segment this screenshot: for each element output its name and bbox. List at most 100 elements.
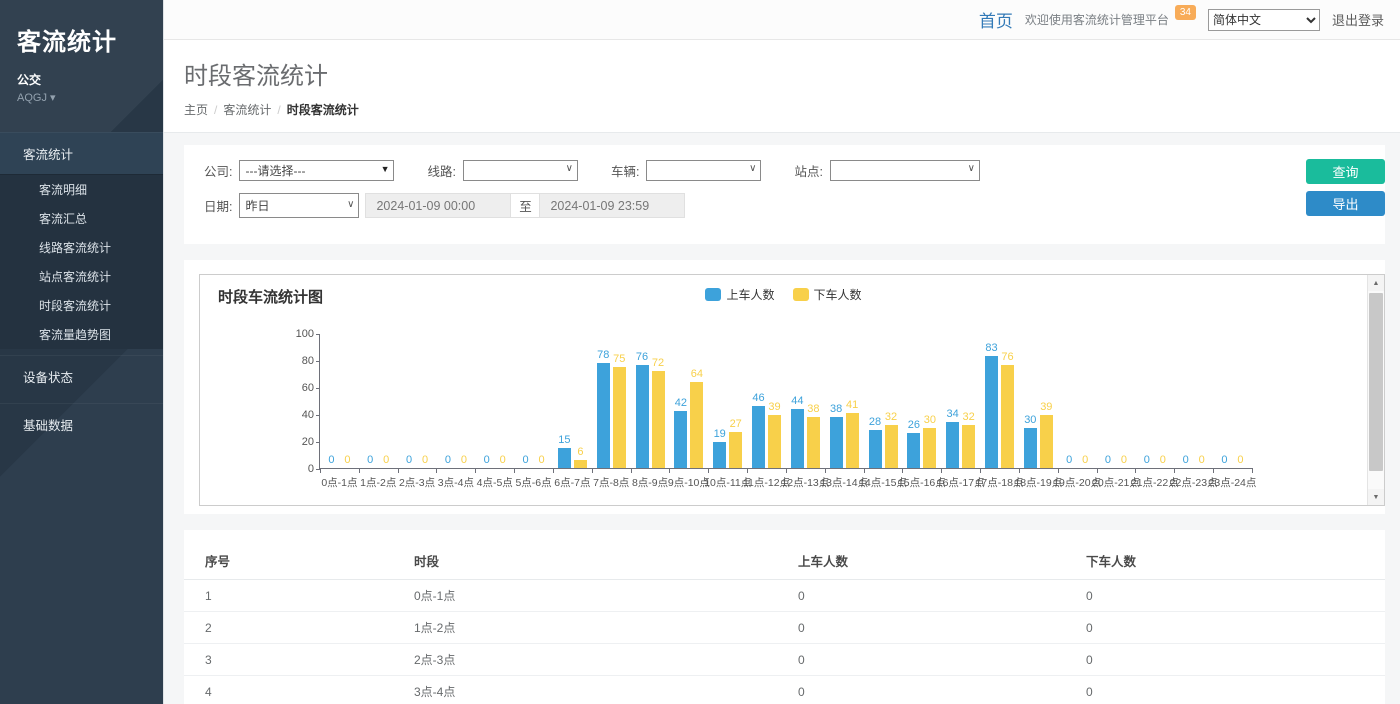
bar-group: 46 xyxy=(752,406,765,468)
bar-value-label: 0 xyxy=(1183,454,1189,466)
line-label: 线路: xyxy=(427,161,455,180)
bar-value-label: 0 xyxy=(383,454,389,466)
x-axis-label: 8点-9点 xyxy=(632,475,668,490)
notification-badge[interactable]: 34 xyxy=(1175,5,1196,20)
bar-value-label: 0 xyxy=(445,454,451,466)
chart-scrollbar[interactable]: ▲ ▼ xyxy=(1367,275,1384,505)
bar xyxy=(713,442,726,468)
station-select[interactable] xyxy=(830,160,980,181)
chart-category: 443812点-13点 xyxy=(786,334,825,468)
breadcrumb-item[interactable]: 主页 xyxy=(184,103,208,117)
bar xyxy=(885,425,898,468)
stats-table: 序号时段上车人数下车人数 10点-1点0021点-2点0032点-3点0043点… xyxy=(184,542,1385,704)
date-preset-select[interactable]: 昨日 xyxy=(239,193,359,218)
chart-category: 0020点-21点 xyxy=(1097,334,1136,468)
bar-value-label: 28 xyxy=(869,416,881,428)
table-panel: 序号时段上车人数下车人数 10点-1点0021点-2点0032点-3点0043点… xyxy=(184,530,1385,704)
bar-value-label: 19 xyxy=(714,428,726,440)
bar-value-label: 0 xyxy=(1199,454,1205,466)
app-window: 客流统计 公交 AQGJ ▾ 客流统计客流明细客流汇总线路客流统计站点客流统计时… xyxy=(0,0,1400,704)
bar-group: 32 xyxy=(962,425,975,468)
company-select[interactable]: ---请选择--- xyxy=(239,160,394,181)
user-dropdown[interactable]: AQGJ ▾ xyxy=(17,91,146,104)
bar-value-label: 75 xyxy=(613,353,625,365)
chart-category: 0023点-24点 xyxy=(1213,334,1252,468)
scrollbar-thumb[interactable] xyxy=(1369,293,1383,471)
chart-categories: 000点-1点001点-2点002点-3点003点-4点004点-5点005点-… xyxy=(320,334,1252,468)
bar-value-label: 78 xyxy=(597,349,609,361)
bar-value-label: 0 xyxy=(1221,454,1227,466)
bar xyxy=(946,422,959,468)
filter-panel: 公司: ---请选择--- ▼ 线路: xyxy=(184,145,1385,244)
bar xyxy=(1024,428,1037,469)
bar xyxy=(729,432,742,468)
chart-category: 283214点-15点 xyxy=(864,334,903,468)
table-cell: 3点-4点 xyxy=(414,676,798,704)
sidebar-subitem-客流汇总[interactable]: 客流汇总 xyxy=(0,204,163,233)
menu-gap xyxy=(0,445,163,451)
bar xyxy=(846,413,859,468)
sidebar-subitem-站点客流统计[interactable]: 站点客流统计 xyxy=(0,262,163,291)
bar xyxy=(613,367,626,468)
bar-group: 34 xyxy=(946,422,959,468)
table-cell: 0 xyxy=(798,676,1086,704)
legend-item-下车人数[interactable]: 下车人数 xyxy=(793,286,862,303)
filter-vehicle: 车辆: ∨ xyxy=(611,160,761,181)
bar-value-label: 0 xyxy=(522,454,528,466)
bar-group: 38 xyxy=(807,417,820,468)
bar-value-label: 46 xyxy=(752,392,764,404)
chart-category: 0021点-22点 xyxy=(1135,334,1174,468)
bar-value-label: 0 xyxy=(1144,454,1150,466)
x-axis-label: 1点-2点 xyxy=(360,475,396,490)
bar-value-label: 6 xyxy=(577,446,583,458)
chart-category: 192710点-11点 xyxy=(708,334,747,468)
language-select[interactable]: 简体中文 xyxy=(1208,9,1320,31)
table-cell: 0点-1点 xyxy=(414,580,798,612)
breadcrumb-item[interactable]: 客流统计 xyxy=(223,103,271,117)
sidebar-subitem-客流明细[interactable]: 客流明细 xyxy=(0,175,163,204)
bar xyxy=(636,365,649,468)
scrollbar-down-icon[interactable]: ▼ xyxy=(1368,489,1384,505)
table-row: 43点-4点00 xyxy=(184,676,1385,704)
bar xyxy=(558,448,571,468)
x-axis-label: 5点-6点 xyxy=(515,475,551,490)
y-axis-tick-label: 60 xyxy=(286,382,314,394)
topbar-home-link[interactable]: 首页 xyxy=(979,7,1013,32)
bar-value-label: 0 xyxy=(1160,454,1166,466)
content: 公司: ---请选择--- ▼ 线路: xyxy=(164,133,1400,704)
export-button[interactable]: 导出 xyxy=(1306,191,1385,216)
bar-value-label: 0 xyxy=(367,454,373,466)
chart-panel: 时段车流统计图 上车人数下车人数 020406080100000点-1点001点… xyxy=(184,260,1385,514)
line-select[interactable] xyxy=(463,160,578,181)
table-row: 10点-1点00 xyxy=(184,580,1385,612)
caret-down-icon: ▾ xyxy=(50,92,56,104)
date-from-input[interactable]: 2024-01-09 00:00 xyxy=(365,193,511,218)
sidebar-item-基础数据[interactable]: 基础数据 xyxy=(0,403,163,445)
vehicle-select[interactable] xyxy=(646,160,761,181)
sidebar-subitem-线路客流统计[interactable]: 线路客流统计 xyxy=(0,233,163,262)
sidebar-item-客流统计[interactable]: 客流统计 xyxy=(0,132,163,174)
sidebar-item-设备状态[interactable]: 设备状态 xyxy=(0,355,163,397)
bar-group: 26 xyxy=(907,433,920,468)
filter-date: 日期: 昨日 ∨ xyxy=(204,193,359,218)
bar xyxy=(574,460,587,468)
chart-category: 384113点-14点 xyxy=(825,334,864,468)
sidebar-subitem-客流量趋势图[interactable]: 客流量趋势图 xyxy=(0,320,163,349)
table-cell: 0 xyxy=(798,644,1086,676)
breadcrumb: 主页/客流统计/时段客流统计 xyxy=(184,101,1400,118)
chart-category: 42649点-10点 xyxy=(669,334,708,468)
bar-value-label: 32 xyxy=(885,411,897,423)
chart-category: 001点-2点 xyxy=(359,334,398,468)
scrollbar-up-icon[interactable]: ▲ xyxy=(1368,275,1384,291)
company-label: 公司: xyxy=(204,161,232,180)
legend-item-上车人数[interactable]: 上车人数 xyxy=(705,286,774,303)
logout-link[interactable]: 退出登录 xyxy=(1332,10,1384,29)
filter-company: 公司: ---请选择--- ▼ xyxy=(204,160,394,181)
sidebar-subitem-时段客流统计[interactable]: 时段客流统计 xyxy=(0,291,163,320)
bar-value-label: 76 xyxy=(636,351,648,363)
date-to-input[interactable]: 2024-01-09 23:59 xyxy=(539,193,685,218)
chart-category: 303918点-19点 xyxy=(1019,334,1058,468)
bar-value-label: 0 xyxy=(328,454,334,466)
bar xyxy=(830,417,843,468)
search-button[interactable]: 查询 xyxy=(1306,159,1385,184)
